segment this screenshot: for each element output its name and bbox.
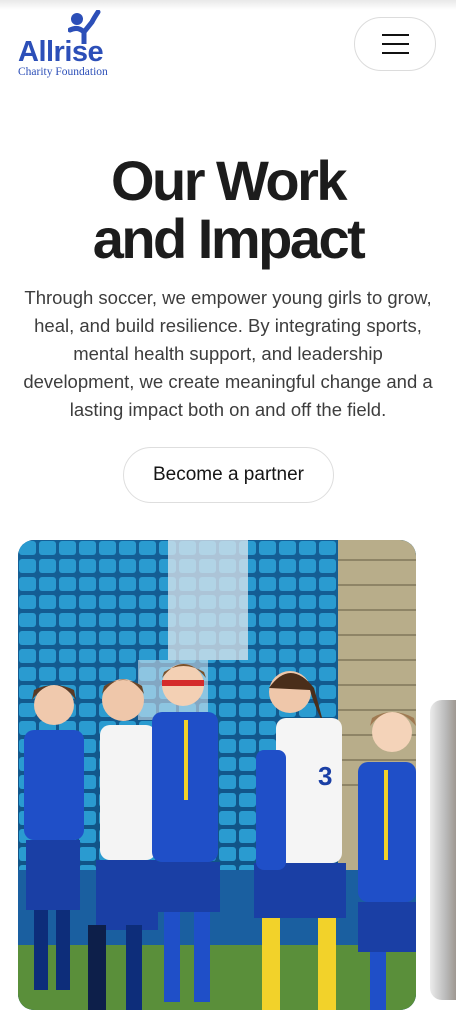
hero-description: Through soccer, we empower young girls t… — [23, 287, 433, 420]
team-photo-illustration: 3 — [18, 540, 416, 1010]
logo-wordmark: Allrise — [18, 36, 104, 68]
page-title-line-1: Our Work — [110, 149, 348, 212]
next-photo-preview[interactable] — [430, 700, 456, 1000]
logo[interactable]: Allrise Charity Foundation — [18, 10, 148, 82]
hamburger-menu-icon — [381, 52, 409, 54]
hamburger-menu-icon — [381, 43, 409, 45]
page-title-line-2: and Impact — [92, 207, 366, 270]
logo-subtitle: Charity Foundation — [18, 66, 108, 78]
become-partner-button[interactable]: Become a partner — [123, 447, 334, 503]
page-title: Our Work and Impact — [0, 152, 456, 268]
menu-button[interactable] — [354, 17, 436, 71]
hamburger-menu-icon — [381, 34, 409, 36]
team-photo: 3 — [18, 540, 416, 1010]
svg-text:3: 3 — [318, 761, 332, 791]
top-shadow — [0, 0, 456, 10]
